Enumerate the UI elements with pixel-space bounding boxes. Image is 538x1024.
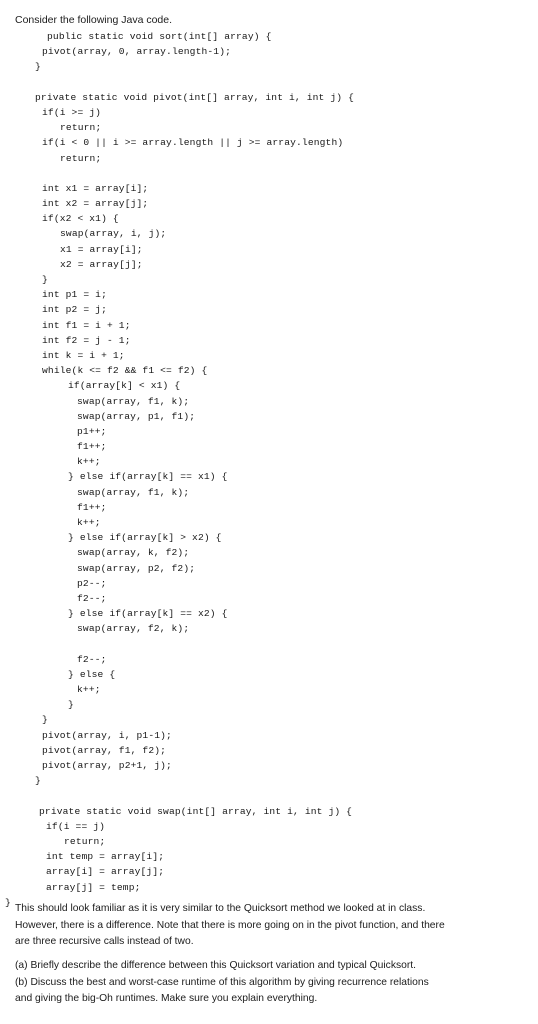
question-a: (a) Briefly describe the difference betw… [15, 960, 417, 971]
code-line: if(array[k] < x1) { [68, 380, 181, 392]
code-line: public static void sort(int[] array) { [47, 31, 272, 42]
code-line: pivot(array, 0, array.length-1); [42, 46, 232, 58]
code-line: private static void swap(int[] array, in… [39, 805, 353, 817]
code-line: } else { [68, 668, 116, 680]
code-line: } [42, 274, 48, 285]
code-line: return; [60, 152, 102, 164]
code-line: while(k <= f2 && f1 <= f2) { [42, 365, 208, 377]
code-line: array[j] = temp; [46, 881, 141, 893]
code-line: int p1 = i; [42, 289, 107, 301]
note-paragraph-container: This should look familiar as it is very … [15, 901, 447, 951]
code-line: if(x2 < x1) { [42, 213, 119, 225]
code-line: return; [64, 835, 106, 847]
code-line: if(i < 0 || i >= array.length || j >= ar… [42, 137, 344, 149]
code-line: f2--; [77, 592, 107, 604]
question-b: (b) Discuss the best and worst-case runt… [15, 976, 429, 1005]
code-line: f1++; [77, 501, 107, 513]
code-line: p1++; [77, 425, 107, 437]
note-paragraph: This should look familiar as it is very … [15, 903, 445, 947]
code-line: pivot(array, i, p1-1); [42, 729, 172, 741]
document-page: Consider the following Java code. public… [0, 0, 538, 1024]
code-line: k++; [77, 684, 101, 696]
code-line: } else if(array[k] == x1) { [68, 471, 228, 483]
code-line: return; [60, 122, 102, 134]
code-line: if(i >= j) [42, 106, 102, 118]
code-line: } [35, 775, 41, 787]
code-line: pivot(array, p2+1, j); [42, 760, 172, 771]
code-line: } else if(array[k] > x2) { [68, 532, 222, 544]
code-line: x1 = array[i]; [60, 243, 143, 255]
code-line: int x1 = array[i]; [42, 182, 149, 194]
code-line: } [42, 714, 48, 726]
code-line: swap(array, f2, k); [77, 623, 190, 635]
code-line: swap(array, k, f2); [77, 547, 190, 559]
code-line: x2 = array[j]; [60, 258, 143, 270]
code-line: } else if(array[k] == x2) { [68, 608, 228, 620]
code-line: f1++; [77, 441, 107, 453]
intro-text: Consider the following Java code. [15, 14, 173, 26]
code-line: p2--; [77, 577, 107, 589]
code-line: int p2 = j; [42, 304, 107, 316]
code-line: swap(array, f1, k); [77, 395, 190, 407]
code-line: int temp = array[i]; [46, 851, 165, 863]
java-code-block: public static void sort(int[] array) { pi… [0, 29, 538, 910]
code-line: swap(array, p2, f2); [77, 562, 196, 574]
code-line: array[i] = array[j]; [46, 866, 165, 878]
code-line: swap(array, p1, f1); [77, 410, 196, 422]
code-line: swap(array, i, j); [60, 228, 167, 240]
code-line: k++; [77, 456, 101, 468]
code-line: } [35, 61, 41, 73]
code-line: k++; [77, 517, 101, 528]
code-line: if(i == j) [46, 820, 106, 832]
code-line: int x2 = array[j]; [42, 198, 149, 210]
code-line: pivot(array, f1, f2); [42, 744, 167, 756]
code-line: } [68, 699, 74, 711]
code-line: int f2 = j - 1; [42, 334, 131, 346]
code-line: swap(array, f1, k); [77, 486, 190, 498]
code-line: private static void pivot(int[] array, i… [35, 91, 354, 103]
code-line: int f1 = i + 1; [42, 319, 131, 331]
code-line: f2--; [77, 653, 107, 665]
code-line: int k = i + 1; [42, 349, 125, 361]
questions-container: (a) Briefly describe the difference betw… [15, 958, 447, 1008]
